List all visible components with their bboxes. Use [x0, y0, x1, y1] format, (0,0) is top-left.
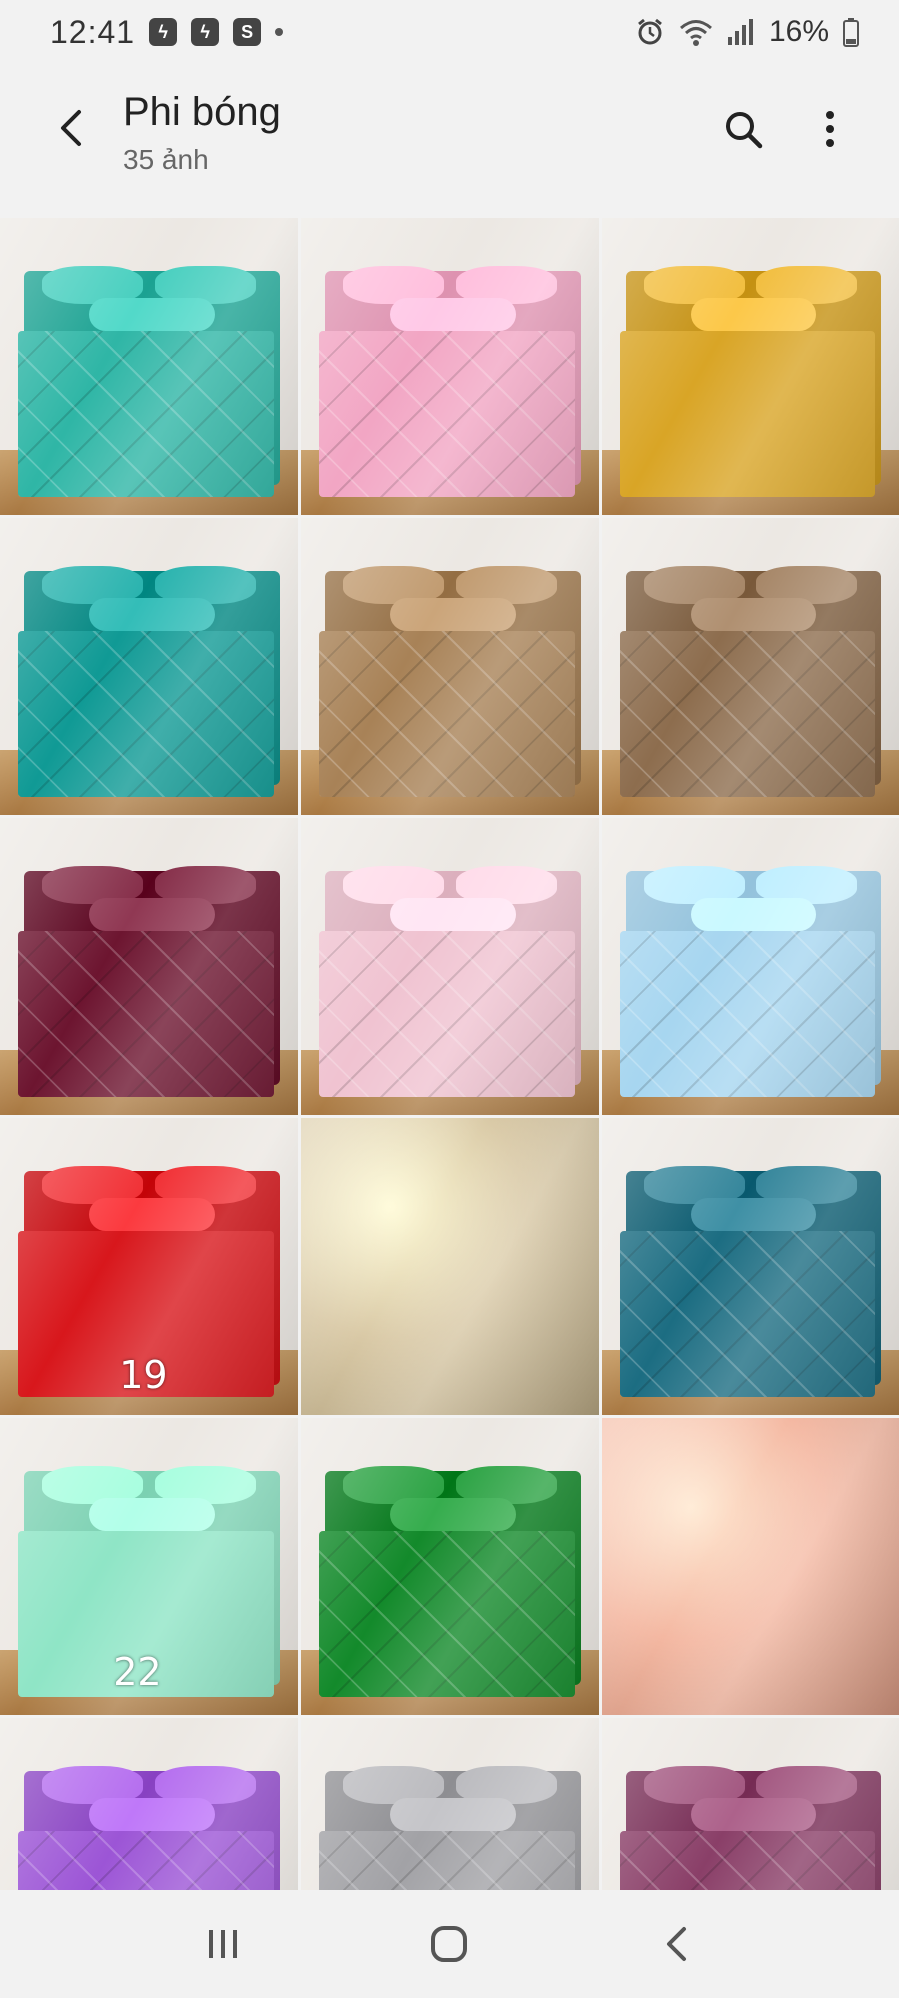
photo-thumbnail[interactable] [0, 518, 298, 815]
photo-thumbnail[interactable] [0, 818, 298, 1115]
photo-thumbnail[interactable] [602, 1118, 899, 1415]
shop-icon: S [233, 18, 262, 46]
photo-thumbnail[interactable] [602, 818, 899, 1115]
alarm-icon [635, 17, 665, 47]
status-left: 12:41 ϟ ϟ S [50, 13, 284, 51]
album-header: Phi bóng 35 ảnh [0, 64, 899, 214]
home-button[interactable] [404, 1909, 494, 1979]
back-button[interactable] [44, 102, 96, 154]
photo-thumbnail[interactable]: 22 [0, 1418, 298, 1715]
photo-thumbnail[interactable] [602, 1418, 899, 1715]
photo-thumbnail[interactable] [301, 818, 599, 1115]
photo-grid: 19 22 [0, 218, 899, 1998]
messenger-icon: ϟ [191, 18, 220, 46]
messenger-icon: ϟ [149, 18, 178, 46]
navigation-bar [0, 1890, 899, 1998]
title-block: Phi bóng 35 ảnh [123, 88, 281, 176]
photo-count: 35 ảnh [123, 144, 209, 175]
search-button[interactable] [718, 104, 768, 154]
battery-percent: 16% [768, 15, 829, 48]
photo-thumbnail[interactable] [602, 218, 899, 515]
recent-apps-button[interactable] [178, 1909, 268, 1979]
photo-thumbnail[interactable] [301, 1418, 599, 1715]
album-title: Phi bóng [123, 90, 281, 134]
status-time: 12:41 [50, 13, 136, 50]
system-back-button[interactable] [631, 1909, 721, 1979]
signal-icon [727, 17, 755, 47]
home-icon [431, 1926, 468, 1962]
search-icon [726, 112, 763, 149]
recent-apps-icon [209, 1930, 238, 1958]
photo-number-label: 22 [113, 1650, 162, 1695]
status-bar: 12:41 ϟ ϟ S 16% [0, 0, 899, 64]
more-options-button[interactable] [810, 104, 850, 154]
photo-thumbnail[interactable] [0, 218, 298, 515]
arrow-left-icon [61, 110, 81, 146]
battery-icon [843, 17, 859, 47]
photo-thumbnail[interactable] [301, 1118, 599, 1415]
photo-thumbnail[interactable] [301, 518, 599, 815]
photo-thumbnail[interactable] [301, 218, 599, 515]
photo-thumbnail[interactable] [602, 518, 899, 815]
wifi-icon [679, 17, 713, 47]
photo-number-label: 19 [119, 1353, 168, 1398]
status-right: 16% [635, 15, 859, 49]
more-vertical-icon [826, 111, 834, 147]
back-icon [666, 1927, 686, 1961]
photo-thumbnail[interactable]: 19 [0, 1118, 298, 1415]
more-notifications-dot-icon [275, 28, 284, 36]
